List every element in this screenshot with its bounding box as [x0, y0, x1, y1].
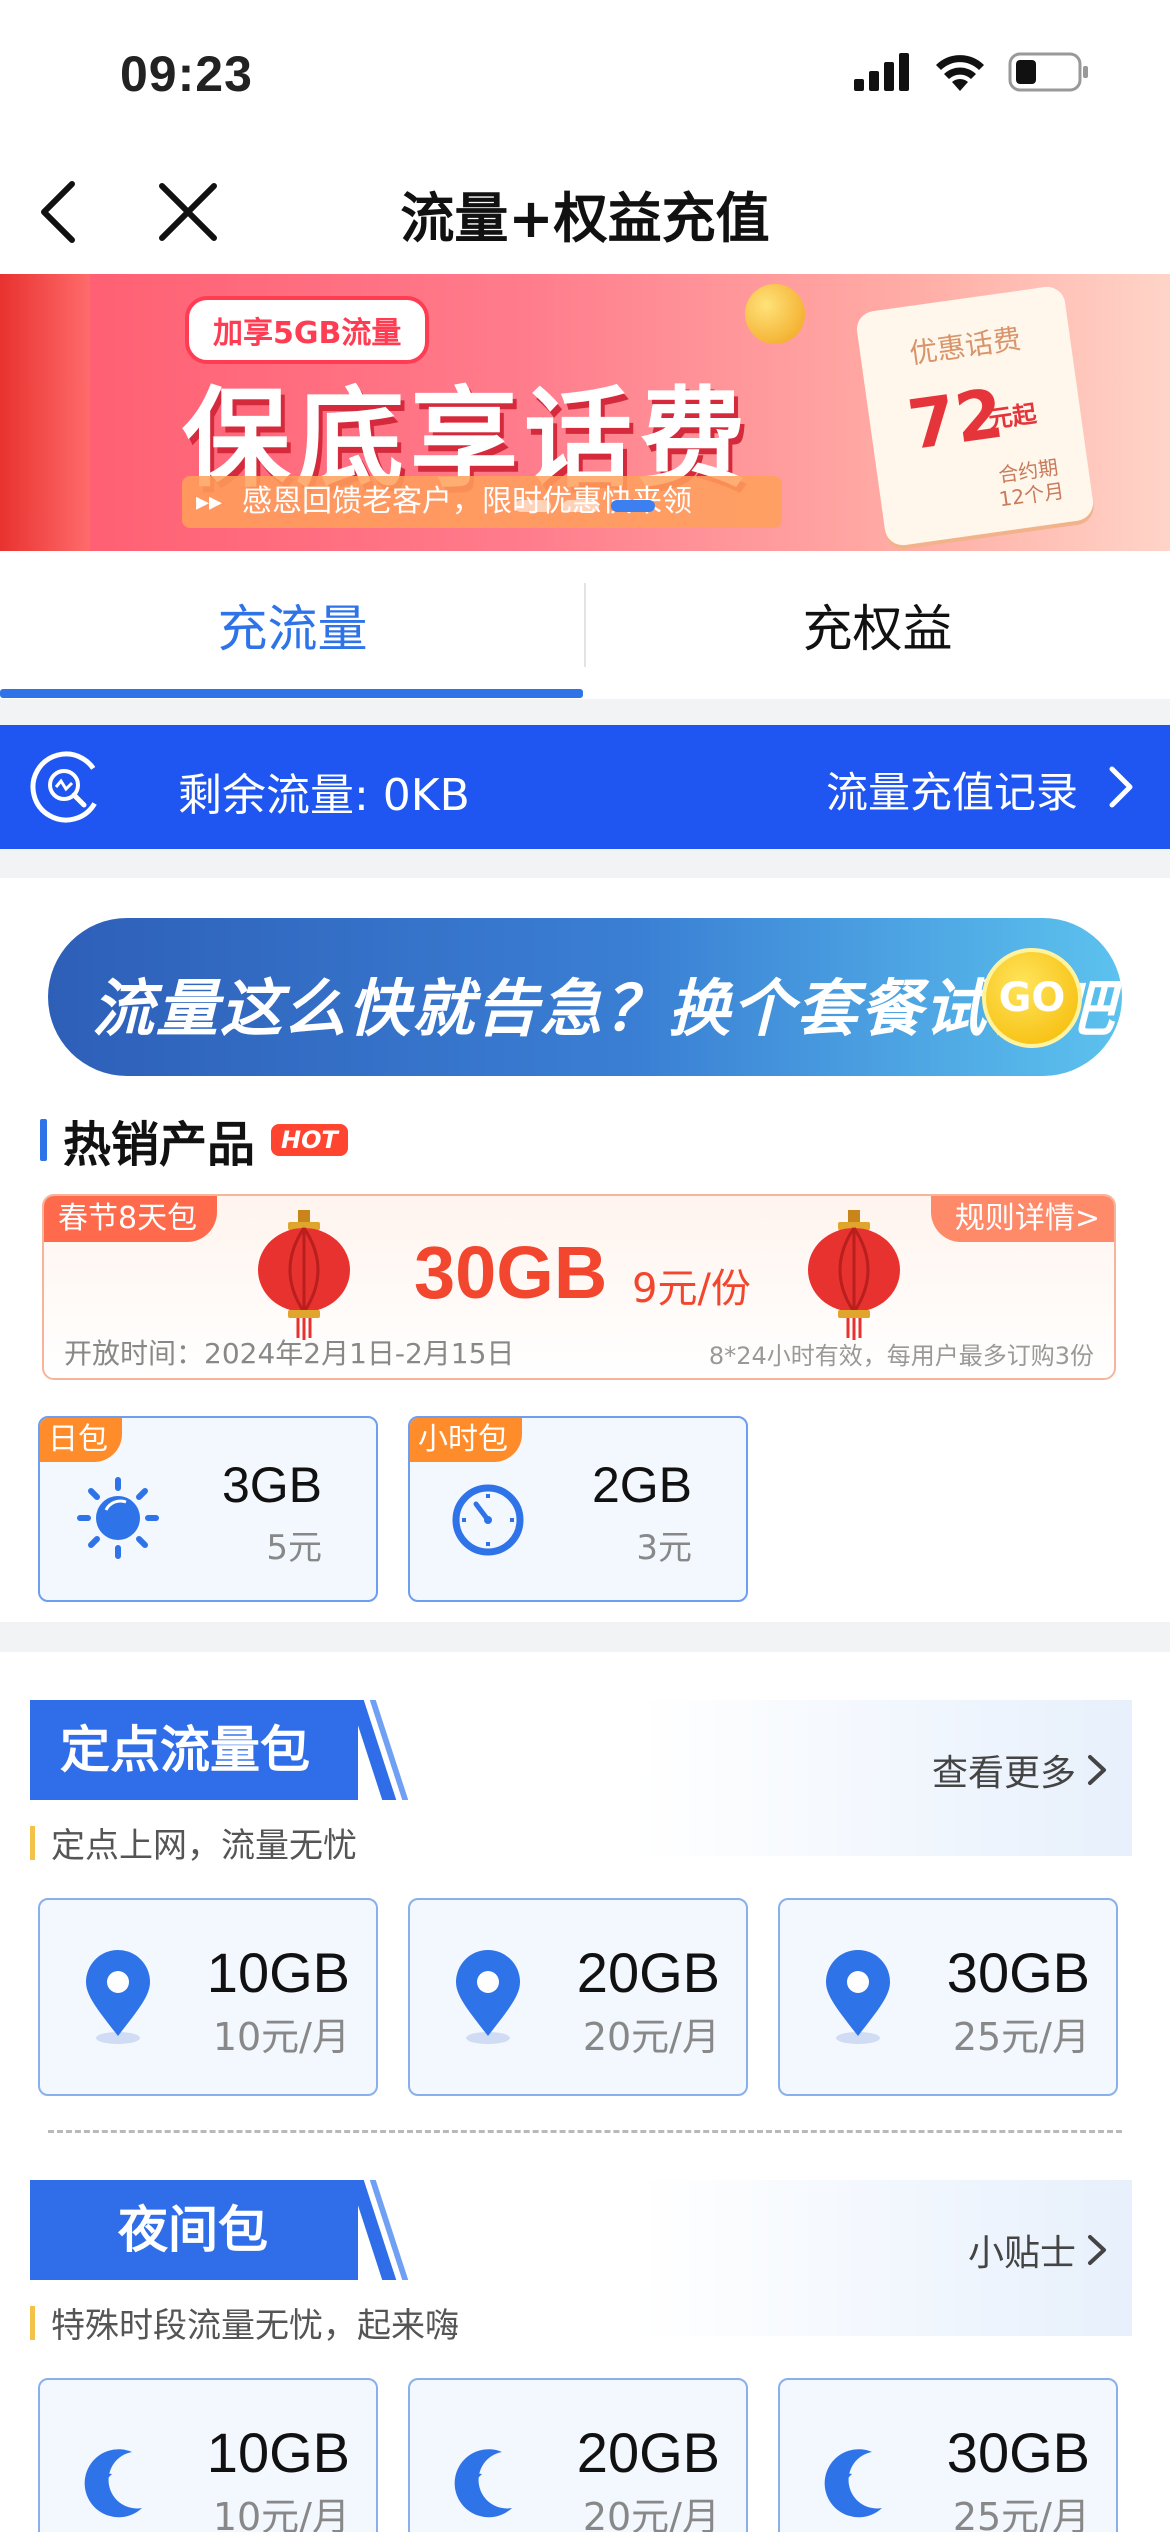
night-plan-card[interactable]: 20GB 20元/月 [408, 2378, 748, 2532]
status-time: 09:23 [120, 46, 253, 102]
plan-amount: 20GB [576, 2421, 720, 2484]
hot-products-section: 流量这么快就告急？换个套餐试试吧 GO 热销产品 HOT 春节8天包 规则详情>… [0, 878, 1170, 1622]
chevron-right-icon [1088, 1755, 1106, 1785]
promo-banner-carousel[interactable]: 加享5GB流量 保底享话费 ▸▸ 感恩回馈老客户，限时优惠快来领 优惠话费 72… [0, 274, 1170, 551]
location-pin-icon [86, 1950, 150, 2044]
night-plan-card[interactable]: 30GB 25元/月 [778, 2378, 1118, 2532]
chevron-right-icon[interactable] [1100, 763, 1140, 811]
subtitle-text: 定点上网，流量无忧 [51, 1826, 357, 1866]
plan-amount: 30GB [946, 2421, 1090, 2484]
lantern-icon [258, 1210, 350, 1340]
subtitle-marker [30, 1825, 35, 1860]
fixed-plan-card[interactable]: 20GB 20元/月 [408, 1898, 748, 2096]
go-button[interactable]: GO [982, 948, 1082, 1048]
plan-price: 20元/月 [582, 2015, 720, 2059]
coin-decoration [745, 284, 805, 344]
night-package-subtitle: 特殊时段流量无忧，起来嗨 [30, 2298, 459, 2347]
battery-icon [1008, 52, 1088, 92]
fixed-plan-card[interactable]: 10GB 10元/月 [38, 1898, 378, 2096]
plan-price: 25元/月 [952, 2015, 1090, 2059]
tab-data-recharge[interactable]: 充流量 [0, 551, 585, 699]
moon-star-icon [454, 2449, 512, 2518]
sun-icon [77, 1477, 159, 1559]
carousel-dot-active [611, 500, 655, 512]
hourly-package-card[interactable]: 小时包 2GB 3元 [408, 1416, 748, 1602]
tips-label: 小贴士 [967, 2233, 1076, 2274]
hot-products-header: 热销产品 HOT [40, 1112, 348, 1173]
coupon-unit: 元起 [986, 399, 1039, 434]
festival-amount: 30GB [414, 1231, 608, 1314]
festival-tag: 春节8天包 [44, 1196, 218, 1242]
signal-icon [854, 53, 909, 91]
festival-note: 8*24小时有效，每用户最多订购3份 [708, 1342, 1094, 1370]
night-package-title: 夜间包 [30, 2180, 358, 2280]
festival-price: 9元/份 [632, 1266, 751, 1312]
tips-link[interactable]: 小贴士 [968, 2224, 1108, 2276]
moon-star-icon [84, 2449, 142, 2518]
active-tab-underline [0, 689, 583, 698]
fixed-plan-card[interactable]: 30GB 25元/月 [778, 1898, 1118, 2096]
carousel-indicator [0, 500, 1170, 512]
moon-star-icon [824, 2449, 882, 2518]
package-price: 5元 [266, 1528, 322, 1568]
plan-amount: 10GB [206, 1941, 350, 2004]
night-package-header: 夜间包 小贴士 特殊时段流量无忧，起来嗨 [30, 2180, 1132, 2346]
festival-package-card[interactable]: 春节8天包 规则详情> 30GB 9元/份 开放时间：2024年2月1日-2月1… [42, 1194, 1116, 1380]
rule-details-link[interactable]: 规则详情> [930, 1196, 1114, 1242]
package-price: 3元 [636, 1528, 692, 1568]
carousel-dot [515, 500, 551, 512]
view-more-link[interactable]: 查看更多 [932, 1744, 1108, 1796]
clock-icon [452, 1484, 524, 1556]
plan-amount: 10GB [206, 2421, 350, 2484]
coupon-title: 优惠话费 [907, 322, 1023, 371]
package-amount: 2GB [591, 1457, 692, 1513]
tab-bar: 充流量 充权益 [0, 551, 1170, 699]
remaining-data-label: 剩余流量: 0KB [178, 770, 470, 821]
plans-section: 定点流量包 查看更多 定点上网，流量无忧 10GB 10元/月 20GB 20元… [0, 1652, 1170, 2532]
fixed-point-subtitle: 定点上网，流量无忧 [30, 1818, 357, 1867]
plan-price: 10元/月 [212, 2015, 350, 2059]
chevron-right-icon [1088, 2235, 1106, 2265]
recharge-history-link[interactable]: 流量充值记录 [826, 759, 1078, 820]
package-tag: 日包 [40, 1418, 122, 1462]
plan-price: 20元/月 [582, 2495, 720, 2532]
package-tag: 小时包 [410, 1418, 522, 1462]
section-marker [40, 1119, 47, 1161]
plan-price: 10元/月 [212, 2495, 350, 2532]
festival-open-time: 开放时间：2024年2月1日-2月15日 [64, 1337, 515, 1370]
daily-package-card[interactable]: 日包 3GB 5元 [38, 1416, 378, 1602]
tab-benefits-recharge[interactable]: 充权益 [585, 551, 1170, 699]
package-amount: 3GB [221, 1457, 322, 1513]
plan-amount: 20GB [576, 1941, 720, 2004]
subtitle-marker [30, 2305, 35, 2340]
page-title: 流量+权益充值 [400, 187, 770, 250]
remaining-data-bar: 剩余流量: 0KB 流量充值记录 [0, 725, 1170, 849]
status-bar: 09:23 [0, 0, 1170, 150]
carousel-dot [563, 500, 599, 512]
plan-price: 25元/月 [952, 2495, 1090, 2532]
data-usage-icon [30, 751, 102, 823]
location-pin-icon [826, 1950, 890, 2044]
plan-amount: 30GB [946, 1941, 1090, 2004]
status-icons [854, 52, 1090, 92]
switch-plan-text: 流量这么快就告急？换个套餐试试吧 [92, 972, 1117, 1045]
location-pin-icon [456, 1950, 520, 2044]
view-more-label: 查看更多 [931, 1753, 1076, 1794]
fixed-point-header: 定点流量包 查看更多 定点上网，流量无忧 [30, 1700, 1132, 1866]
night-plan-card[interactable]: 10GB 10元/月 [38, 2378, 378, 2532]
wifi-icon [936, 55, 984, 91]
lantern-icon [808, 1210, 900, 1340]
fixed-point-title: 定点流量包 [30, 1700, 358, 1800]
hot-badge: HOT [271, 1124, 348, 1156]
nav-bar: 流量+权益充值 [0, 150, 1170, 274]
switch-plan-banner[interactable]: 流量这么快就告急？换个套餐试试吧 GO [48, 918, 1122, 1076]
section-divider [48, 2130, 1122, 2133]
subtitle-text: 特殊时段流量无忧，起来嗨 [51, 2306, 459, 2346]
hot-products-title: 热销产品 [63, 1117, 256, 1173]
